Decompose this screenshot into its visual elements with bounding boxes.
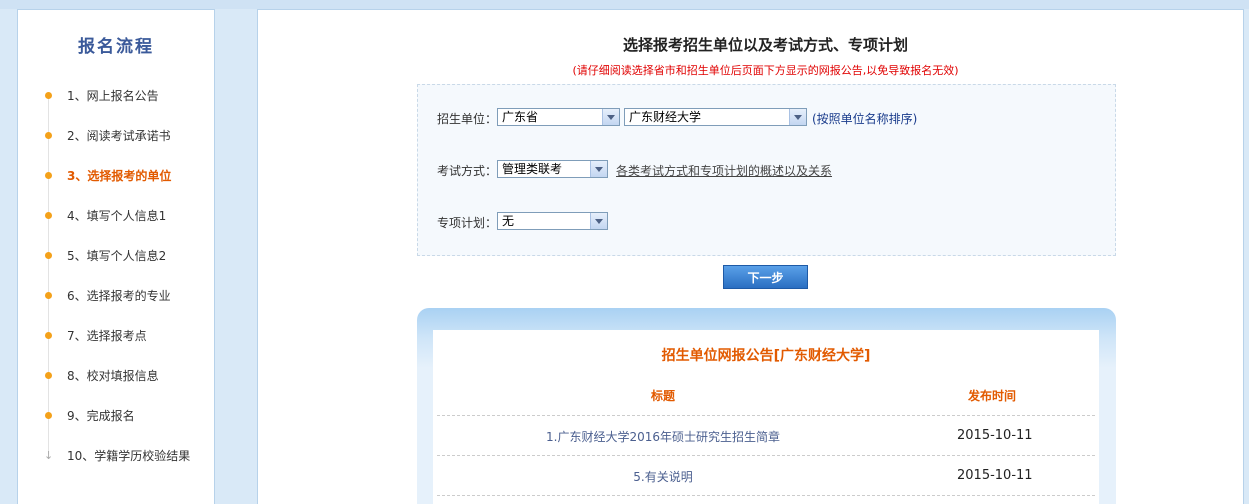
step-label: 8、校对填报信息 xyxy=(67,369,159,383)
exam-method-select[interactable]: 管理类联考 xyxy=(497,160,608,178)
step-label: 5、填写个人信息2 xyxy=(67,249,167,263)
step-item[interactable]: 8、校对填报信息 xyxy=(18,366,214,386)
step-item[interactable]: 5、填写个人信息2 xyxy=(18,246,214,266)
step-item[interactable]: 7、选择报考点 xyxy=(18,326,214,346)
plan-label: 专项计划： xyxy=(437,216,498,230)
chevron-down-icon xyxy=(590,213,607,229)
plan-row: 专项计划： 无 xyxy=(418,212,1115,234)
notice-content: 招生单位网报公告[广东财经大学] 标题 发布时间 1.广东财经大学2016年硕士… xyxy=(433,330,1099,504)
unit-label: 招生单位： xyxy=(437,112,498,126)
step-label: 7、选择报考点 xyxy=(67,329,147,343)
next-step-button[interactable]: 下一步 xyxy=(723,265,808,289)
step-dot-icon xyxy=(45,212,52,219)
unit-value: 广东财经大学 xyxy=(629,110,702,124)
step-dot-icon xyxy=(45,332,52,339)
province-select[interactable]: 广东省 xyxy=(497,108,620,126)
column-title-header: 标题 xyxy=(651,389,676,403)
step-dot-icon xyxy=(45,372,52,379)
page-title: 选择报考招生单位以及考试方式、专项计划 xyxy=(622,36,908,54)
row-divider xyxy=(437,495,1095,496)
sidebar: 报名流程 1、网上报名公告 2、阅读考试承诺书 3、选择报考的单位 4、填写个人… xyxy=(17,9,215,504)
chevron-down-icon xyxy=(602,109,619,125)
exam-description-link[interactable]: 各类考试方式和专项计划的概述以及关系 xyxy=(616,160,832,182)
notice-row-date: 2015-10-11 xyxy=(957,428,1033,443)
plan-value: 无 xyxy=(502,214,515,228)
notice-panel: 招生单位网报公告[广东财经大学] 标题 发布时间 1.广东财经大学2016年硕士… xyxy=(417,308,1116,504)
chevron-down-icon xyxy=(590,161,607,177)
step-item-active[interactable]: 3、选择报考的单位 xyxy=(18,166,214,186)
step-dot-icon xyxy=(45,92,52,99)
exam-value: 管理类联考 xyxy=(502,162,563,176)
row-divider xyxy=(437,415,1095,416)
sidebar-title: 报名流程 xyxy=(78,37,154,57)
province-value: 广东省 xyxy=(502,110,539,124)
step-label: 9、完成报名 xyxy=(67,409,135,423)
main-panel: 选择报考招生单位以及考试方式、专项计划 (请仔细阅读选择省市和招生单位后页面下方… xyxy=(257,9,1244,504)
step-dot-icon xyxy=(45,412,52,419)
unit-select[interactable]: 广东财经大学 xyxy=(624,108,807,126)
step-label: 3、选择报考的单位 xyxy=(67,169,172,183)
row-divider xyxy=(437,455,1095,456)
step-label: 1、网上报名公告 xyxy=(67,89,159,103)
step-line xyxy=(48,94,49,454)
arrow-down-icon: ↓ xyxy=(44,449,54,462)
chevron-down-icon xyxy=(789,109,806,125)
step-label: 10、学籍学历校验结果 xyxy=(67,449,191,463)
step-item[interactable]: 4、填写个人信息1 xyxy=(18,206,214,226)
top-bar xyxy=(0,0,1249,9)
notice-row-title[interactable]: 1.广东财经大学2016年硕士研究生招生简章 xyxy=(433,428,893,445)
sort-by-name-link[interactable]: (按照单位名称排序) xyxy=(812,108,917,130)
selection-form: 招生单位： 广东省 广东财经大学 (按照单位名称排序) 考试方式： 管理类联考 … xyxy=(417,84,1116,256)
notice-title: 招生单位网报公告[广东财经大学] xyxy=(661,348,871,364)
notice-row-title[interactable]: 5.有关说明 xyxy=(433,468,893,485)
step-item[interactable]: 6、选择报考的专业 xyxy=(18,286,214,306)
exam-row: 考试方式： 管理类联考 各类考试方式和专项计划的概述以及关系 xyxy=(418,160,1115,182)
step-label: 2、阅读考试承诺书 xyxy=(67,129,171,143)
column-date-header: 发布时间 xyxy=(968,389,1017,403)
step-dot-icon xyxy=(45,252,52,259)
warning-text: (请仔细阅读选择省市和招生单位后页面下方显示的网报公告,以免导致报名无效) xyxy=(572,64,959,77)
step-dot-icon xyxy=(45,132,52,139)
step-dot-icon xyxy=(45,292,52,299)
special-plan-select[interactable]: 无 xyxy=(497,212,608,230)
step-label: 6、选择报考的专业 xyxy=(67,289,171,303)
step-label: 4、填写个人信息1 xyxy=(67,209,167,223)
step-item[interactable]: ↓ 10、学籍学历校验结果 xyxy=(18,446,214,466)
exam-label: 考试方式： xyxy=(437,164,498,178)
unit-row: 招生单位： 广东省 广东财经大学 (按照单位名称排序) xyxy=(418,108,1115,130)
step-dot-icon xyxy=(45,172,52,179)
notice-row-date: 2015-10-11 xyxy=(957,468,1033,483)
step-item[interactable]: 9、完成报名 xyxy=(18,406,214,426)
step-item[interactable]: 1、网上报名公告 xyxy=(18,86,214,106)
step-item[interactable]: 2、阅读考试承诺书 xyxy=(18,126,214,146)
